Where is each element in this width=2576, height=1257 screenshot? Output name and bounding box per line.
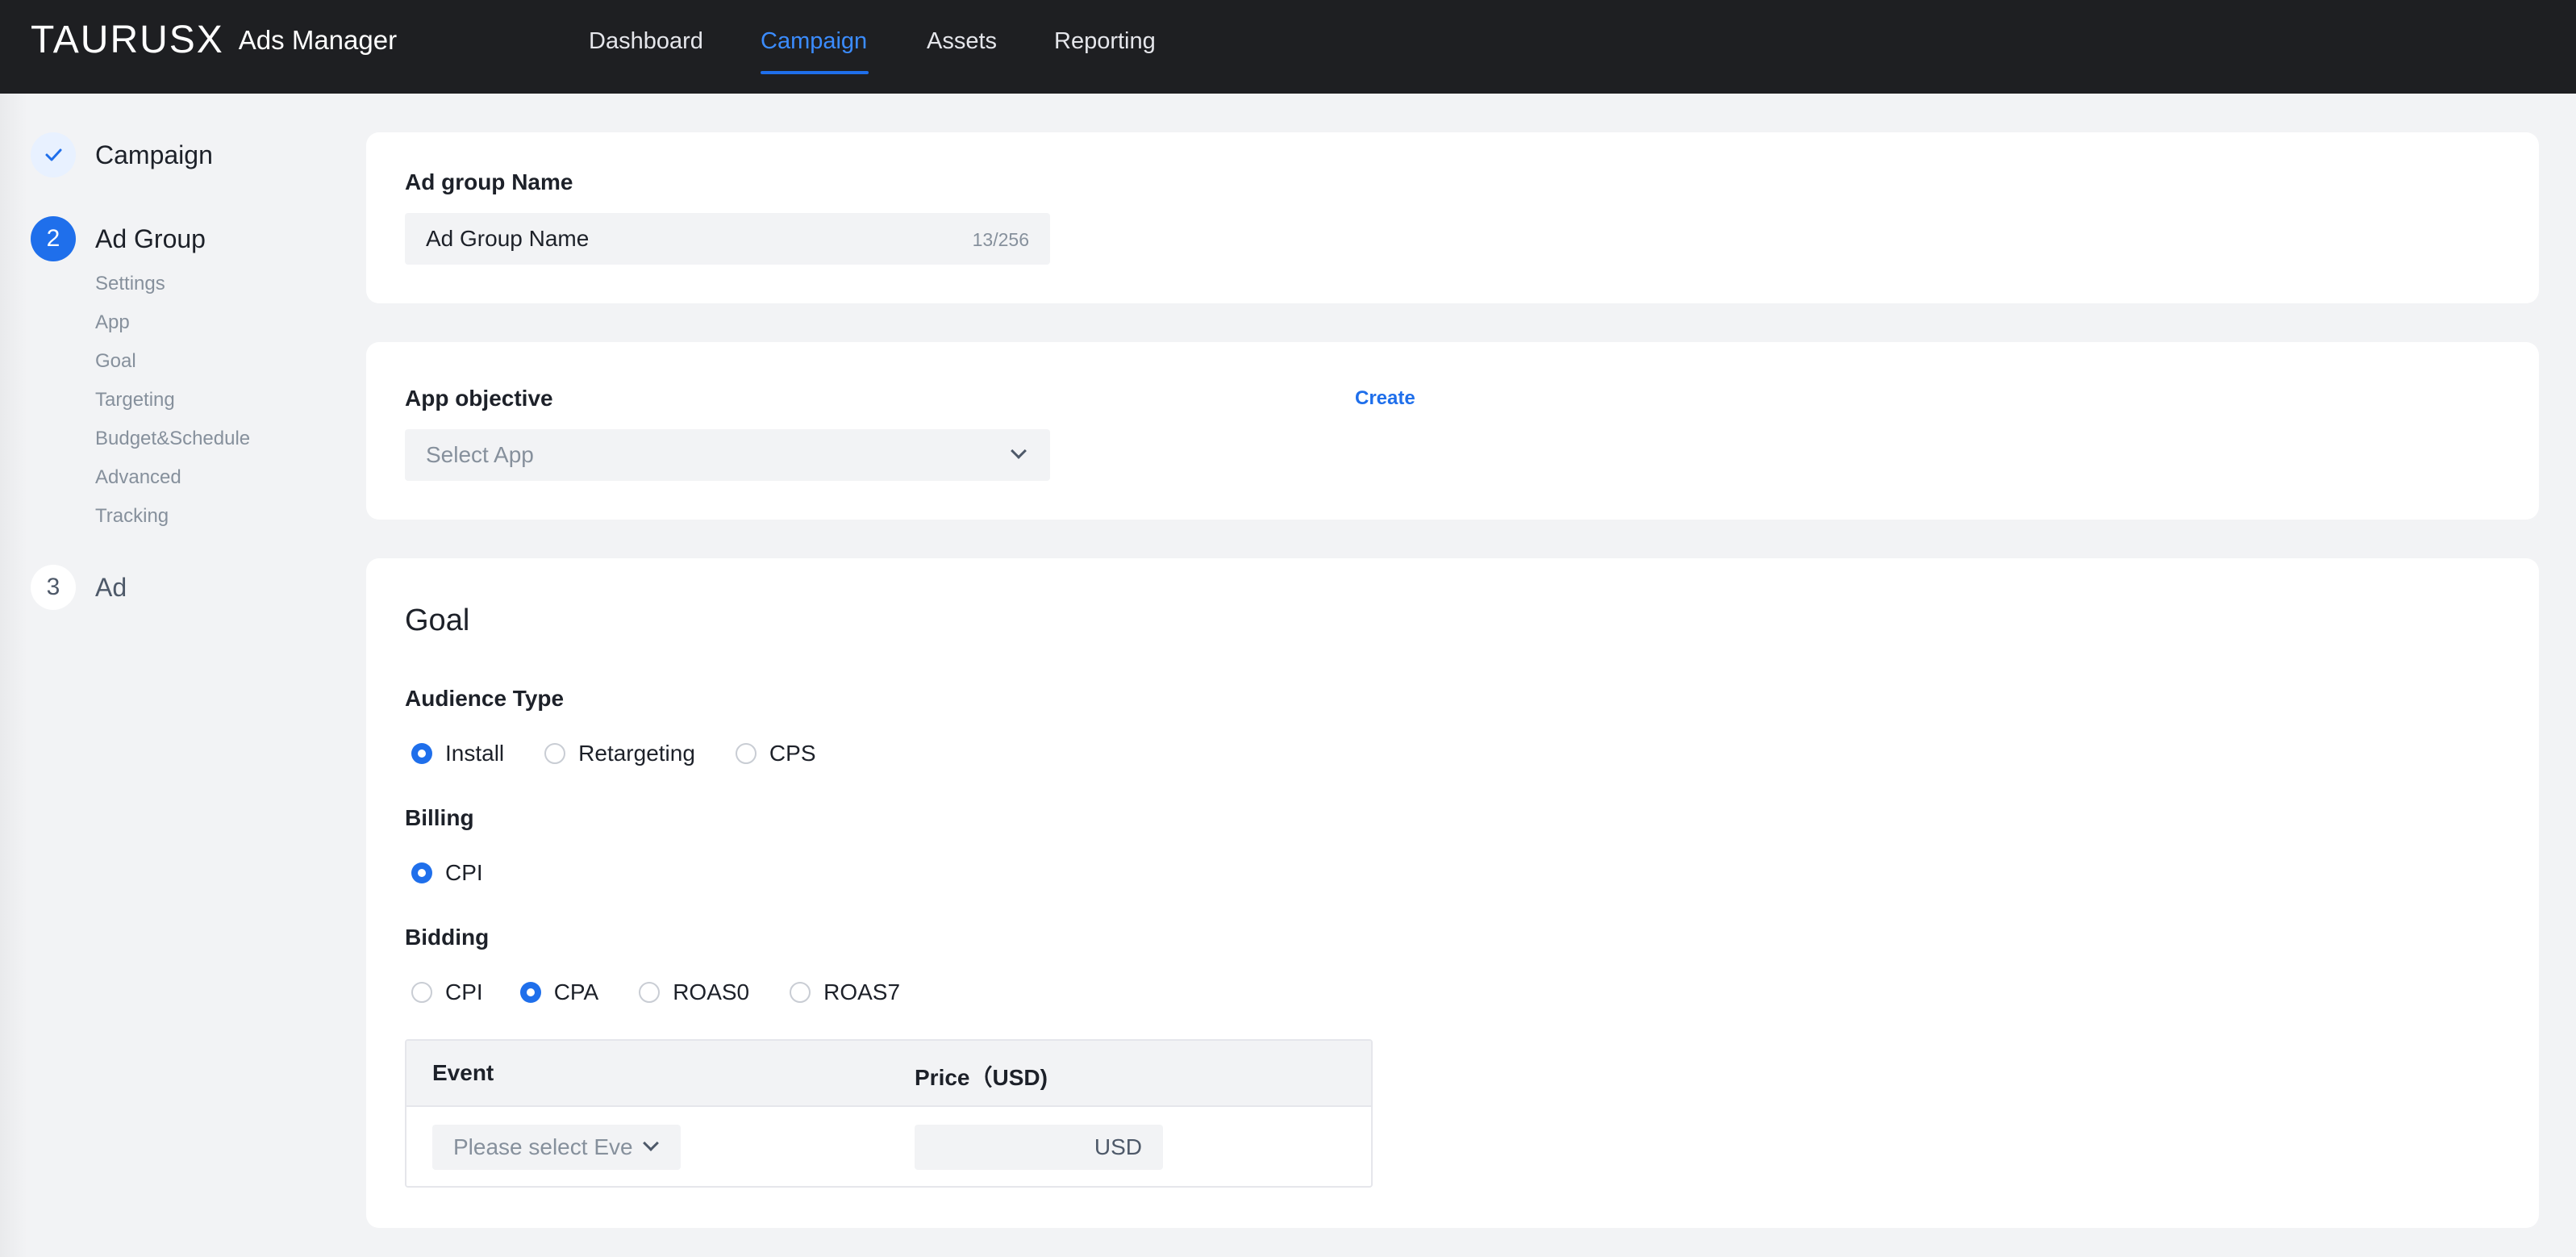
table-row: Please select Event USD [406, 1107, 1371, 1186]
chevron-down-icon [643, 1135, 659, 1151]
substep-app[interactable]: App [95, 311, 130, 334]
radio-label: Retargeting [578, 741, 695, 766]
step-label-ad-group: Ad Group [95, 223, 206, 253]
event-select[interactable]: Please select Event [432, 1125, 681, 1170]
radio-label: CPI [445, 860, 483, 885]
substep-goal[interactable]: Goal [95, 350, 136, 373]
bidding-cpi[interactable]: CPI [411, 979, 483, 1005]
app-objective-card: App objective Create Select App [366, 342, 2539, 520]
bidding-roas0[interactable]: ROAS0 [639, 979, 749, 1005]
nav-item-dashboard[interactable]: Dashboard [589, 28, 703, 55]
billing-label: Billing [405, 805, 474, 830]
radio-unchecked[interactable] [639, 982, 661, 1003]
radio-checked[interactable] [411, 743, 432, 764]
audience-type-radio-group: Install Retargeting CPS [411, 737, 816, 770]
goal-card: Goal Audience Type Install Retargeting C… [366, 558, 2539, 1228]
ad-group-name-value: Ad Group Name [426, 226, 590, 251]
substep-advanced[interactable]: Advanced [95, 466, 181, 489]
character-counter: 13/256 [972, 229, 1029, 250]
price-unit: USD [1094, 1134, 1142, 1159]
goal-section-title: Goal [405, 603, 470, 637]
radio-unchecked[interactable] [790, 982, 811, 1003]
radio-label: Install [445, 741, 505, 766]
audience-type-label: Audience Type [405, 686, 565, 711]
radio-unchecked[interactable] [544, 743, 566, 764]
check-icon [31, 132, 76, 177]
step-number: 3 [31, 565, 76, 610]
column-header-event: Event [432, 1060, 494, 1085]
select-app-placeholder: Select App [426, 442, 534, 467]
ad-group-name-label: Ad group Name [405, 169, 573, 194]
radio-label: CPS [769, 741, 816, 766]
radio-label: ROAS7 [823, 979, 901, 1004]
radio-unchecked[interactable] [735, 743, 757, 764]
chevron-down-icon [1011, 443, 1027, 459]
create-app-link[interactable]: Create [1355, 387, 1415, 410]
bidding-label: Bidding [405, 925, 490, 950]
radio-label: CPA [553, 979, 599, 1004]
step-ad-group[interactable]: 2 Ad Group [31, 216, 206, 261]
price-input[interactable]: USD [915, 1125, 1163, 1170]
app-objective-label: App objective [405, 386, 553, 411]
billing-cpi[interactable]: CPI [411, 860, 483, 886]
ad-group-name-input[interactable]: Ad Group Name 13/256 [405, 213, 1050, 265]
bidding-cpa[interactable]: CPA [519, 979, 599, 1005]
radio-label: ROAS0 [673, 979, 750, 1004]
bidding-roas7[interactable]: ROAS7 [790, 979, 900, 1005]
step-ad[interactable]: 3 Ad [31, 565, 127, 610]
billing-radio-group: CPI [411, 857, 483, 889]
nav-item-assets[interactable]: Assets [927, 28, 997, 55]
column-header-price: Price（USD) [915, 1065, 1048, 1090]
substep-targeting[interactable]: Targeting [95, 389, 175, 411]
product-name: Ads Manager [238, 25, 398, 55]
audience-type-install[interactable]: Install [411, 741, 504, 766]
logo[interactable]: TAURUSX Ads Manager [31, 19, 398, 61]
substep-tracking[interactable]: Tracking [95, 505, 169, 528]
radio-label: CPI [445, 979, 483, 1004]
active-tab-indicator [761, 71, 869, 74]
nav-item-campaign[interactable]: Campaign [761, 28, 867, 55]
audience-type-retargeting[interactable]: Retargeting [544, 741, 695, 766]
event-price-table: Event Price（USD) Please select Event USD [405, 1039, 1373, 1188]
table-header: Event Price（USD) [406, 1041, 1371, 1107]
radio-checked[interactable] [519, 982, 541, 1003]
step-campaign[interactable]: Campaign [31, 132, 213, 177]
radio-unchecked[interactable] [411, 982, 432, 1003]
bidding-radio-group: CPI CPA ROAS0 ROAS7 [411, 976, 900, 1009]
step-number: 2 [31, 216, 76, 261]
event-select-placeholder: Please select Event [453, 1134, 632, 1159]
brand-logo-text: TAURUSX [31, 19, 224, 61]
audience-type-cps[interactable]: CPS [735, 741, 816, 766]
substep-settings[interactable]: Settings [95, 273, 165, 295]
step-label-campaign: Campaign [95, 140, 213, 169]
steps-sidebar: Campaign 2 Ad Group Settings App Goal Ta… [0, 94, 339, 1257]
substep-budget-schedule[interactable]: Budget&Schedule [95, 428, 250, 450]
ad-group-name-card: Ad group Name Ad Group Name 13/256 [366, 132, 2539, 303]
radio-checked[interactable] [411, 862, 432, 883]
select-app-dropdown[interactable]: Select App [405, 429, 1050, 481]
step-label-ad: Ad [95, 572, 127, 602]
top-navigation-bar: TAURUSX Ads Manager Dashboard Campaign A… [0, 0, 2576, 94]
nav-item-reporting[interactable]: Reporting [1054, 28, 1156, 55]
